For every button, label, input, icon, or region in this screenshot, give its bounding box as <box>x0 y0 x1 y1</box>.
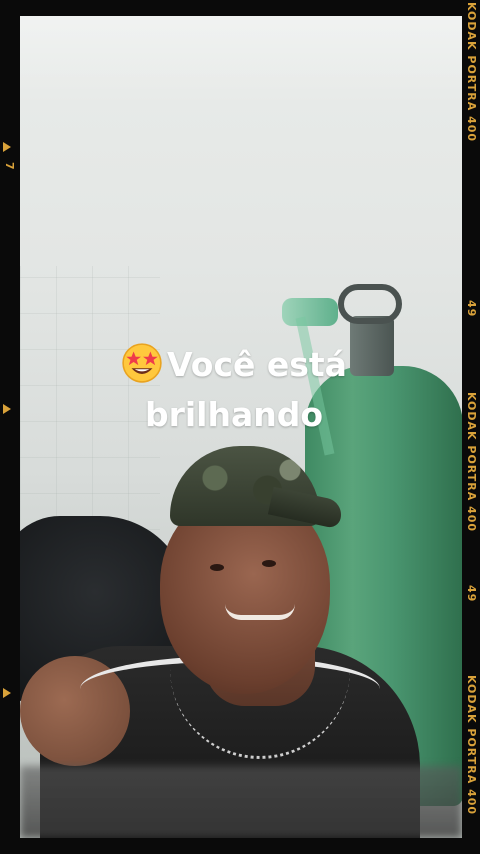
film-label: KODAK PORTRA 400 <box>465 2 478 143</box>
right-eye <box>262 560 276 567</box>
film-label: KODAK PORTRA 400 <box>465 392 478 533</box>
star-struck-emoji-icon <box>122 343 162 383</box>
film-arrow-icon <box>3 688 11 698</box>
film-edge-right: KODAK PORTRA 400 49 KODAK PORTRA 400 49 … <box>462 0 480 854</box>
sticker-text-line-1: Você está <box>167 345 347 384</box>
oxygen-regulator <box>282 298 338 326</box>
film-frame-number: 7 <box>3 162 16 171</box>
left-eye <box>210 564 224 571</box>
sticker-text-line-2: brilhando <box>144 395 324 434</box>
film-arrow-icon <box>3 404 11 414</box>
ceiling <box>20 16 462 106</box>
film-label: 49 <box>465 585 478 603</box>
blurred-foreground <box>20 766 462 838</box>
text-sticker[interactable]: Você está brilhando <box>104 340 364 440</box>
film-edge-left: 7 <box>0 0 18 854</box>
cylinder-valve <box>338 284 402 324</box>
film-arrow-icon <box>3 142 11 152</box>
film-label: KODAK PORTRA 400 <box>465 675 478 816</box>
film-label: 49 <box>465 300 478 318</box>
sticker-line-1: Você está <box>104 340 364 390</box>
smile <box>225 604 295 620</box>
